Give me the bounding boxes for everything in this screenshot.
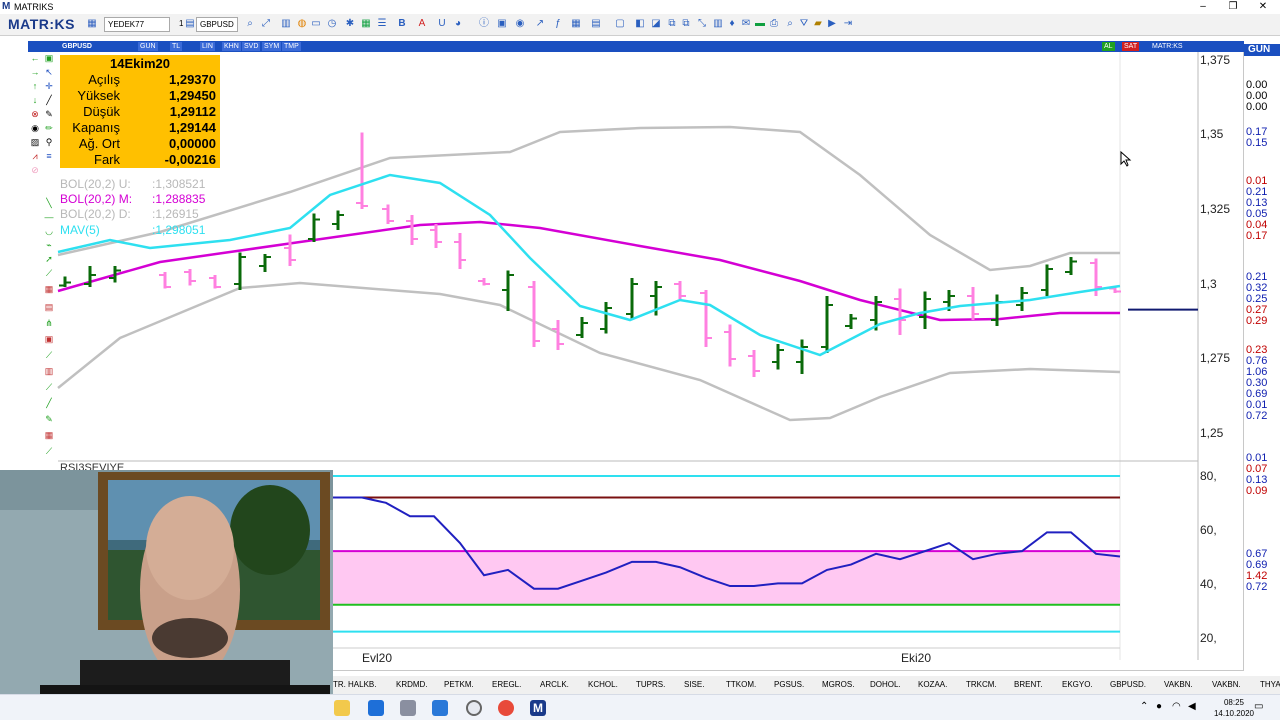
symbol-tab[interactable]: SISE. [684,680,704,689]
symbol-tab[interactable]: VAKBN. [1212,680,1241,689]
info-label: Ağ. Ort [78,136,120,151]
info-label: Yüksek [77,88,120,103]
info-label: Düşük [83,104,120,119]
webcam-overlay [0,470,333,720]
date-tick: Evl20 [362,651,393,665]
clock-time: 08:25 [1223,698,1244,707]
legend-label: BOL(20,2) D: [60,207,131,221]
symbol-tab[interactable]: HALKB. [348,680,376,689]
info-row: Ağ. Ort 0,00000 [60,136,220,152]
symbol-tab[interactable]: TTKOM. [726,680,756,689]
file-explorer-icon[interactable] [334,700,350,716]
symbol-tab[interactable]: KRDMD. [396,680,428,689]
legend-value: :1,308521 [152,177,206,191]
legend-value: :1,288835 [152,192,206,206]
price-tick: 1,25 [1200,426,1224,440]
windows-taskbar: M ⌃ ● ◠ ◀ 08:25 14.10.2020 ▭ [0,694,1280,720]
legend-bol-middle: BOL(20,2) M: :1,288835 [60,192,205,206]
matriks-app-icon[interactable]: M [530,700,546,716]
clock-date: 14.10.2020 [1213,709,1254,718]
info-value: 1,29370 [169,72,216,87]
price-tick: 1,3 [1200,277,1217,291]
info-date: 14Ekim20 [110,56,170,71]
symbol-tab[interactable]: VAKBN. [1164,680,1193,689]
symbol-tab[interactable]: EREGL. [492,680,521,689]
info-row: Kapanış 1,29144 [60,120,220,136]
calculator-app-icon[interactable] [400,700,416,716]
symbol-tab[interactable]: KCHOL. [588,680,618,689]
tray-up-icon[interactable]: ⌃ [1140,701,1148,712]
symbol-tab[interactable]: THYAO. [1260,680,1280,689]
legend-bol-lower: BOL(20,2) D: :1,26915 [60,207,199,221]
right-value: 0.00 [1246,101,1268,113]
info-label: Kapanış [72,120,120,135]
price-tick: 1,275 [1200,351,1231,365]
info-row: Fark -0,00216 [60,152,220,168]
info-value: -0,00216 [164,152,216,167]
symbol-tab[interactable]: GBPUSD. [1110,680,1146,689]
legend-mav: MAV(5) :1,298051 [60,223,205,237]
date-tick: Eki20 [901,651,932,665]
volume-icon[interactable]: ◀ [1188,701,1196,712]
price-tick: 1,325 [1200,202,1231,216]
right-value: 0.72 [1246,410,1268,422]
bollinger-lower-line [57,281,1121,422]
info-label: Açılış [88,72,120,87]
rsi-tick: 80, [1200,469,1217,483]
symbol-tab[interactable]: KOZAA. [918,680,947,689]
mic-icon[interactable]: ● [1156,701,1162,712]
price-tick: 1,375 [1200,53,1231,67]
clock-app-icon[interactable] [466,700,482,716]
right-value: 0.72 [1246,581,1268,593]
info-value: 1,29144 [169,120,216,135]
info-label: Fark [94,152,120,167]
right-value: 0.09 [1246,485,1268,497]
legend-bol-upper: BOL(20,2) U: :1,308521 [60,177,205,191]
rsi-zone [333,551,1120,605]
symbol-tab[interactable]: TR. [333,680,346,689]
symbol-tab[interactable]: PGSUS. [774,680,804,689]
rsi-tick: 40, [1200,577,1217,591]
legend-value: :1,26915 [152,207,199,221]
symbol-tab[interactable]: TUPRS. [636,680,665,689]
right-value: 0.15 [1246,137,1268,149]
rsi-tick: 60, [1200,523,1217,537]
chrome-icon[interactable] [498,700,514,716]
symbol-tab[interactable]: MGROS. [822,680,854,689]
info-row: Düşük 1,29112 [60,104,220,120]
symbol-tab[interactable]: DOHOL. [870,680,901,689]
system-clock[interactable]: 08:25 14.10.2020 [1214,697,1254,719]
info-value: 1,29450 [169,88,216,103]
presenter-video [0,470,333,720]
rsi-tick: 20, [1200,631,1217,645]
legend-value: :1,298051 [152,223,206,237]
info-value: 1,29112 [169,104,216,119]
mail-app-icon[interactable] [368,700,384,716]
notification-icon[interactable]: ▭ [1254,701,1263,712]
info-row: Yüksek 1,29450 [60,88,220,104]
info-value: 0,00000 [169,136,216,151]
info-row: Açılış 1,29370 [60,72,220,88]
wifi-icon[interactable]: ◠ [1172,701,1181,712]
symbol-tab[interactable]: ARCLK. [540,680,569,689]
mouse-cursor [1120,150,1132,167]
moving-average-line [57,173,1121,357]
legend-label: MAV(5) [60,223,100,237]
symbol-tab[interactable]: BRENT. [1014,680,1042,689]
right-value: 0.29 [1246,315,1268,327]
legend-label: BOL(20,2) M: [60,192,133,206]
legend-label: BOL(20,2) U: [60,177,131,191]
symbol-tab[interactable]: PETKM. [444,680,474,689]
symbol-tab[interactable]: TRKCM. [966,680,997,689]
ohlc-info-box: 14Ekim20 Açılış 1,29370 Yüksek 1,29450 Düş… [60,55,220,168]
photos-app-icon[interactable] [432,700,448,716]
right-value: 0.17 [1246,230,1268,242]
symbol-tab[interactable]: EKGYO. [1062,680,1093,689]
symbol-tabs-bar: TR. HALKB. KRDMD. PETKM. EREGL. ARCLK. KCHOL. T… [333,676,1280,694]
price-tick: 1,35 [1200,127,1224,141]
